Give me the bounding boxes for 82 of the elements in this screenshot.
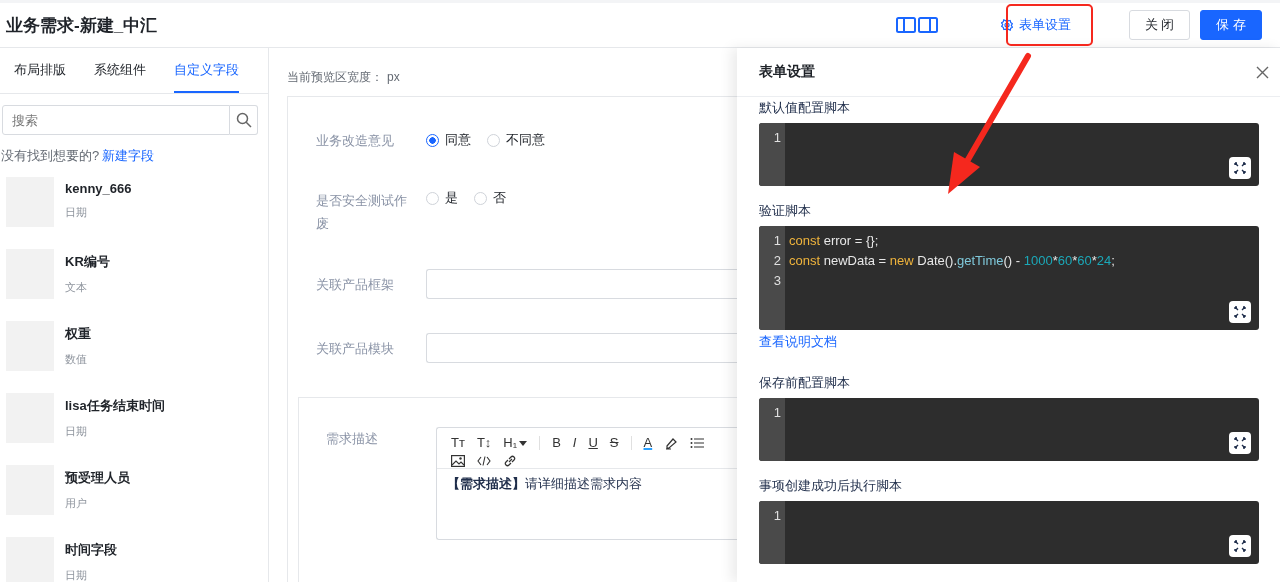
highlighter-icon[interactable] <box>664 436 679 450</box>
image-icon[interactable] <box>451 455 465 467</box>
preview-width-label: 当前预览区宽度： <box>287 70 383 84</box>
code-editor[interactable]: 1 <box>759 398 1259 461</box>
preview-width-unit: px <box>387 70 400 84</box>
search-icon[interactable] <box>235 112 252 128</box>
docs-link[interactable]: 查看说明文档 <box>759 333 837 351</box>
page-title: 业务需求-新建_中汇 <box>6 14 158 37</box>
line-number: 3 <box>772 272 782 290</box>
field-label: 业务改造意见 <box>316 131 395 150</box>
field-name[interactable]: 预受理人员 <box>65 469 130 487</box>
field-type: 日期 <box>65 568 88 582</box>
form-settings-button[interactable]: 表单设置 <box>991 10 1079 40</box>
code-line: const newData = new Date().getTime() - 1000*60*60*24; <box>789 253 1115 268</box>
field-type: 数值 <box>65 352 88 367</box>
toolbar-button[interactable]: B <box>546 432 567 454</box>
script-label: 事项创建成功后执行脚本 <box>759 477 903 495</box>
code-editor[interactable]: 1 <box>759 501 1259 564</box>
new-field-link[interactable]: 新建字段 <box>102 148 155 163</box>
toolbar-button[interactable]: I <box>566 432 583 454</box>
field-type: 用户 <box>65 496 88 511</box>
sidebar-tab[interactable]: 系统组件 <box>94 48 146 93</box>
field-name[interactable]: lisa任务结束时间 <box>65 397 165 415</box>
line-number: 1 <box>772 404 782 422</box>
input-field[interactable] <box>426 269 737 299</box>
field-name[interactable]: kenny_666 <box>65 181 132 196</box>
input-field[interactable] <box>426 333 737 363</box>
expand-icon <box>1234 437 1246 449</box>
line-number: 1 <box>772 232 782 250</box>
expand-icon <box>1234 306 1246 318</box>
expand-icon <box>1234 162 1246 174</box>
field-type: 日期 <box>65 424 88 439</box>
fullscreen-button[interactable] <box>1229 157 1251 179</box>
header-button[interactable]: 保 存 <box>1200 10 1262 40</box>
field-name[interactable]: 时间字段 <box>65 541 117 559</box>
radio-label: 同意 <box>445 131 471 149</box>
code-editor[interactable]: 1 2 3 const error = {}; const newData = new Date().getTime() - 1000*60*60*24; <box>759 226 1259 330</box>
caret-icon <box>519 440 528 446</box>
search-field[interactable]: 搜索 <box>2 105 230 135</box>
script-label: 默认值配置脚本 <box>759 99 851 117</box>
layout-toggle-icon[interactable] <box>895 17 938 33</box>
code-editor[interactable]: 1 <box>759 123 1259 186</box>
settings-icon <box>999 18 1014 32</box>
radio-label: 不同意 <box>506 131 545 149</box>
field-label: 关联产品模块 <box>316 339 395 358</box>
code-icon[interactable] <box>477 456 491 466</box>
rich-text-editor[interactable]: Tт T↕ H₁ B I U S A 【需求描述】请详细描述需求内容 <box>436 427 737 540</box>
bullet-list-icon[interactable] <box>690 437 705 449</box>
link-icon[interactable] <box>503 454 517 468</box>
field-label: 是否安全测试作废 <box>316 192 408 233</box>
hint-text: 没有找到想要的? <box>1 148 100 163</box>
field-label: 关联产品框架 <box>316 275 395 294</box>
fullscreen-button[interactable] <box>1229 432 1251 454</box>
header-button[interactable]: 关 闭 <box>1128 10 1191 40</box>
fullscreen-button[interactable] <box>1229 301 1251 323</box>
field-type: 文本 <box>65 280 88 295</box>
code-line: const error = {}; <box>789 233 879 248</box>
editor-content: 【需求描述】请详细描述需求内容 <box>447 476 642 491</box>
field-name[interactable]: 权重 <box>65 325 91 343</box>
field-label: 需求描述 <box>326 430 379 448</box>
field-type: 日期 <box>65 205 88 220</box>
drawer-title: 表单设置 <box>759 63 815 81</box>
radio-button[interactable] <box>426 133 439 147</box>
toolbar-button[interactable]: Tт <box>445 432 471 454</box>
script-label: 验证脚本 <box>759 202 812 220</box>
expand-icon <box>1234 540 1246 552</box>
line-number: 1 <box>772 507 782 525</box>
field-name[interactable]: KR编号 <box>65 253 110 271</box>
toolbar-button[interactable]: A <box>637 432 659 454</box>
line-number: 2 <box>772 252 782 270</box>
script-label: 保存前配置脚本 <box>759 374 851 392</box>
close-icon[interactable] <box>1256 65 1269 79</box>
line-number: 1 <box>772 129 782 147</box>
toolbar-button[interactable]: T↕ <box>470 432 498 454</box>
radio-label: 否 <box>493 189 506 207</box>
fullscreen-button[interactable] <box>1229 535 1251 557</box>
toolbar-button[interactable]: H₁ <box>497 432 534 454</box>
toolbar-button[interactable]: S <box>603 432 625 454</box>
radio-label: 是 <box>445 189 458 207</box>
sidebar-tab[interactable]: 自定义字段 <box>174 48 239 93</box>
toolbar-button[interactable]: U <box>582 432 604 454</box>
sidebar-tab[interactable]: 布局排版 <box>14 48 66 93</box>
